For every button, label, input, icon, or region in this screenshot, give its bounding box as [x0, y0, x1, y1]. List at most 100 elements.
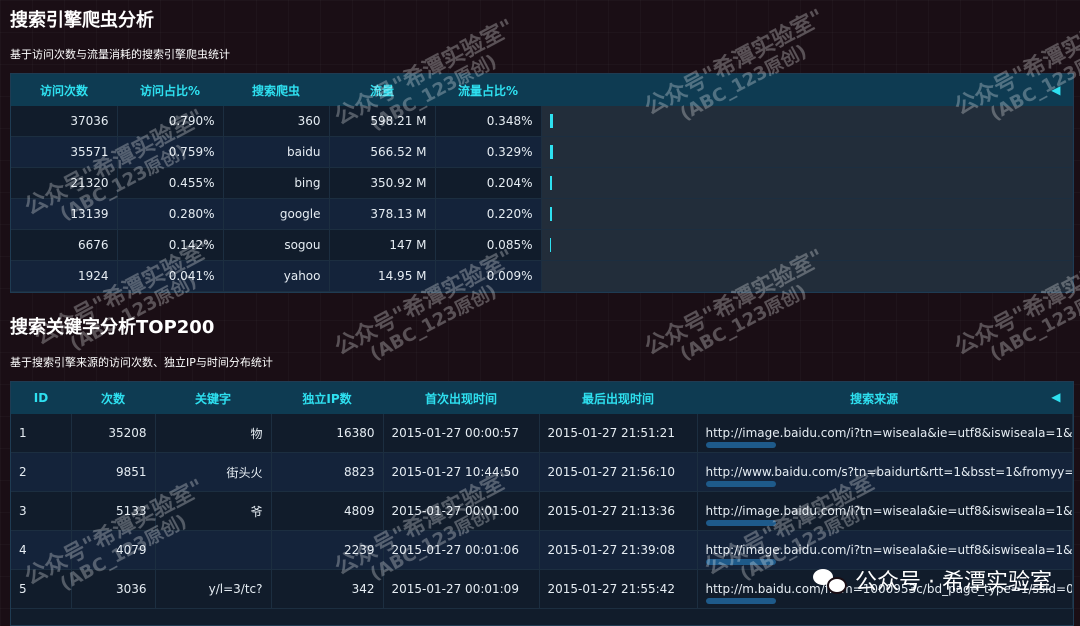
crawler-table: 访问次数 访问占比% 搜索爬虫 流量 流量占比% ◀ 37036 0.790% 36…	[11, 74, 1073, 292]
source-cell[interactable]: http://image.baidu.com/i?tn=wiseala&ie=u…	[697, 491, 1073, 531]
col-traffic-pct[interactable]: 流量占比%	[435, 74, 541, 106]
unique-ip-cell: 4809	[271, 491, 384, 531]
source-cell[interactable]: http://image.baidu.com/i?tn=wiseala&ie=u…	[697, 414, 1073, 453]
source-scroll-bar	[705, 598, 776, 604]
last-seen-cell: 2015-01-27 21:56:10	[539, 452, 698, 492]
source-scroll-bar	[705, 559, 776, 565]
traffic-pct-cell: 0.220%	[435, 198, 542, 230]
last-seen-cell: 2015-01-27 21:13:36	[539, 491, 698, 531]
visit-pct-cell: 0.280%	[117, 198, 224, 230]
crawler-subtitle: 基于访问次数与流量消耗的搜索引擎爬虫统计	[10, 48, 230, 61]
col-spark: ◀	[541, 74, 1073, 106]
first-seen-cell: 2015-01-27 00:00:57	[383, 414, 540, 453]
traffic-bar-cell	[541, 198, 1073, 230]
table-row: 35571 0.759% baidu 566.52 M 0.329%	[11, 136, 1073, 168]
table-row: 6676 0.142% sogou 147 M 0.085%	[11, 229, 1073, 261]
visits-cell: 37036	[11, 106, 118, 137]
traffic-cell: 350.92 M	[329, 167, 436, 199]
traffic-pct-cell: 0.009%	[435, 260, 542, 292]
collapse-arrow-icon[interactable]: ◀	[1051, 390, 1060, 404]
traffic-bar-cell	[541, 260, 1073, 292]
crawler-title: 搜索引擎爬虫分析	[10, 10, 154, 31]
unique-ip-cell: 342	[271, 569, 384, 609]
visits-cell: 6676	[11, 229, 118, 261]
bot-cell: yahoo	[223, 260, 330, 292]
wechat-icon	[813, 567, 848, 594]
traffic-bar-cell	[541, 106, 1073, 137]
keyword-cell	[155, 530, 272, 570]
traffic-bar	[549, 114, 553, 128]
bot-cell: baidu	[223, 136, 330, 168]
table-row[interactable]: 1 35208 物 16380 2015-01-27 00:00:57 2015-01-2…	[11, 414, 1073, 453]
keyword-cell: 物	[155, 414, 272, 453]
traffic-cell: 598.21 M	[329, 106, 436, 137]
col-unique-ip[interactable]: 独立IP数	[271, 382, 383, 414]
bot-cell: 360	[223, 106, 330, 137]
visits-cell: 35571	[11, 136, 118, 168]
id-cell: 1	[11, 414, 72, 453]
col-bot[interactable]: 搜索爬虫	[223, 74, 329, 106]
last-seen-cell: 2015-01-27 21:55:42	[539, 569, 698, 609]
unique-ip-cell: 2239	[271, 530, 384, 570]
traffic-bar	[549, 176, 552, 190]
traffic-pct-cell: 0.329%	[435, 136, 542, 168]
id-cell: 4	[11, 530, 72, 570]
source-scroll-bar	[705, 442, 776, 448]
last-seen-cell: 2015-01-27 21:51:21	[539, 414, 698, 453]
traffic-pct-cell: 0.348%	[435, 106, 542, 137]
table-row: 13139 0.280% google 378.13 M 0.220%	[11, 198, 1073, 230]
visit-pct-cell: 0.041%	[117, 260, 224, 292]
visit-pct-cell: 0.142%	[117, 229, 224, 261]
col-first-seen[interactable]: 首次出现时间	[383, 382, 539, 414]
id-cell: 3	[11, 491, 72, 531]
col-source[interactable]: 搜索来源 ◀	[697, 382, 1073, 414]
keyword-cell: 街头火	[155, 452, 272, 492]
col-count[interactable]: 次数	[71, 382, 155, 414]
visits-cell: 13139	[11, 198, 118, 230]
traffic-pct-cell: 0.204%	[435, 167, 542, 199]
visit-pct-cell: 0.455%	[117, 167, 224, 199]
col-visit-pct[interactable]: 访问占比%	[117, 74, 223, 106]
traffic-bar	[549, 238, 551, 252]
col-last-seen[interactable]: 最后出现时间	[539, 382, 697, 414]
collapse-arrow-icon[interactable]: ◀	[1051, 83, 1060, 97]
keywords-title: 搜索关键字分析TOP200	[10, 317, 215, 338]
table-row: 21320 0.455% bing 350.92 M 0.204%	[11, 167, 1073, 199]
visit-pct-cell: 0.790%	[117, 106, 224, 137]
first-seen-cell: 2015-01-27 00:01:09	[383, 569, 540, 609]
traffic-bar-cell	[541, 167, 1073, 199]
count-cell: 9851	[71, 452, 156, 492]
badge-text: 公众号 · 希潭实验室	[855, 570, 1052, 595]
traffic-bar	[549, 207, 552, 221]
count-cell: 3036	[71, 569, 156, 609]
table-row: 37036 0.790% 360 598.21 M 0.348%	[11, 106, 1073, 137]
source-link[interactable]: http://image.baidu.com/i?tn=wiseala&ie=u…	[706, 426, 1072, 440]
visits-cell: 1924	[11, 260, 118, 292]
col-keyword[interactable]: 关键字	[155, 382, 271, 414]
traffic-cell: 147 M	[329, 229, 436, 261]
col-source-label: 搜索来源	[850, 391, 899, 406]
count-cell: 5133	[71, 491, 156, 531]
visits-cell: 21320	[11, 167, 118, 199]
source-link[interactable]: http://image.baidu.com/i?tn=wiseala&ie=u…	[706, 504, 1072, 518]
col-id[interactable]: ID	[11, 382, 71, 414]
source-cell[interactable]: http://www.baidu.com/s?tn=baidurt&rtt=1&…	[697, 452, 1073, 492]
table-row[interactable]: 2 9851 街头火 8823 2015-01-27 10:44:50 2015-01-2…	[11, 452, 1073, 492]
first-seen-cell: 2015-01-27 00:01:00	[383, 491, 540, 531]
keyword-cell: y/l=3/tc?	[155, 569, 272, 609]
traffic-bar-cell	[541, 229, 1073, 261]
id-cell: 2	[11, 452, 72, 492]
count-cell: 35208	[71, 414, 156, 453]
keywords-subtitle: 基于搜索引擎来源的访问次数、独立IP与时间分布统计	[10, 356, 273, 369]
source-link[interactable]: http://www.baidu.com/s?tn=baidurt&rtt=1&…	[706, 465, 1072, 479]
traffic-cell: 14.95 M	[329, 260, 436, 292]
source-link[interactable]: http://image.baidu.com/i?tn=wiseala&ie=u…	[706, 543, 1072, 557]
table-row[interactable]: 3 5133 爷 4809 2015-01-27 00:01:00 2015-01-27 …	[11, 491, 1073, 531]
col-visits[interactable]: 访问次数	[11, 74, 117, 106]
count-cell: 4079	[71, 530, 156, 570]
col-traffic[interactable]: 流量	[329, 74, 435, 106]
source-scroll-bar	[705, 481, 776, 487]
traffic-bar-cell	[541, 136, 1073, 168]
crawler-table-panel: 访问次数 访问占比% 搜索爬虫 流量 流量占比% ◀ 37036 0.790% 36…	[10, 73, 1074, 293]
last-seen-cell: 2015-01-27 21:39:08	[539, 530, 698, 570]
